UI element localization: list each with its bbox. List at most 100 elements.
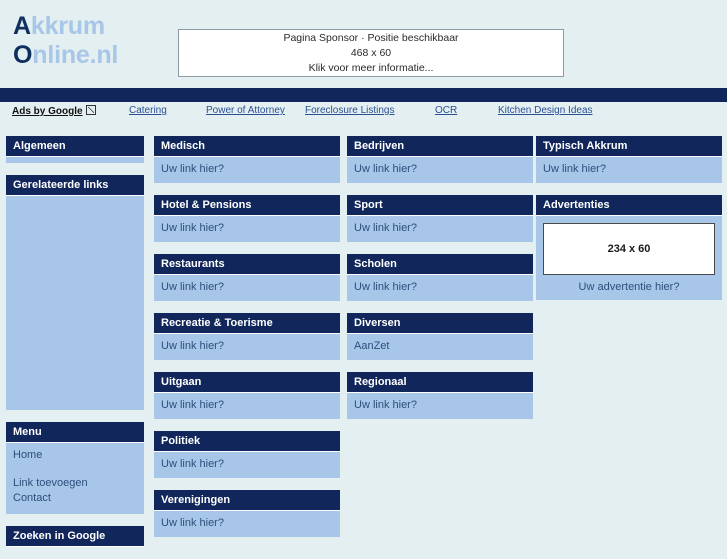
logo-initial-a: A [13,12,31,40]
category-block-politiek: Politiek Uw link hier? [154,431,340,478]
link-entry-sport-0[interactable]: Uw link hier? [354,221,526,236]
ads-link-1[interactable]: Power of Attorney [206,105,285,116]
link-entry-medisch-0[interactable]: Uw link hier? [161,162,333,177]
category-column-middle: Medisch Uw link hier? Hotel & Pensions Uw l… [154,136,340,549]
ads-by-google-label: Ads by Google [12,106,83,117]
block-body-regionaal: Uw link hier? [347,393,533,419]
block-body-recreatie-toerisme: Uw link hier? [154,334,340,360]
sponsor-banner[interactable]: Pagina Sponsor · Positie beschikbaar 468… [178,29,564,77]
category-block-recreatie-toerisme: Recreatie & Toerisme Uw link hier? [154,313,340,360]
advertenties-block: Advertenties 234 x 60 Uw advertentie hier? [536,195,722,300]
block-title-bedrijven: Bedrijven [347,136,533,157]
block-body-bedrijven: Uw link hier? [347,157,533,183]
sidebar-block-menu: Menu Home Link toevoegen Contact [6,422,144,514]
block-title-diversen: Diversen [347,313,533,334]
block-body-gerelateerde-links [6,196,144,410]
ads-link-2[interactable]: Foreclosure Listings [305,105,394,116]
block-body-uitgaan: Uw link hier? [154,393,340,419]
block-body-diversen: AanZet [347,334,533,360]
menu-item-home[interactable]: Home [13,448,137,463]
menu-item-contact[interactable]: Contact [13,491,137,506]
logo-text-online: nline.nl [32,41,119,69]
block-title-verenigingen: Verenigingen [154,490,340,511]
link-entry-recreatie-toerisme-0[interactable]: Uw link hier? [161,339,333,354]
category-block-regionaal: Regionaal Uw link hier? [347,372,533,419]
block-title-gerelateerde-links: Gerelateerde links [6,175,144,196]
category-block-hotel-pensions: Hotel & Pensions Uw link hier? [154,195,340,242]
category-block-bedrijven: Bedrijven Uw link hier? [347,136,533,183]
link-entry-restaurants-0[interactable]: Uw link hier? [161,280,333,295]
sidebar-block-gerelateerde-links: Gerelateerde links [6,175,144,410]
block-title-sport: Sport [347,195,533,216]
link-entry-regionaal-0[interactable]: Uw link hier? [354,398,526,413]
block-title-restaurants: Restaurants [154,254,340,275]
block-title-hotel-pensions: Hotel & Pensions [154,195,340,216]
ads-link-4[interactable]: Kitchen Design Ideas [498,105,593,116]
ad-banner-234x60[interactable]: 234 x 60 [543,223,715,275]
block-body-restaurants: Uw link hier? [154,275,340,301]
block-body-medisch: Uw link hier? [154,157,340,183]
page-header: Akkrum Online.nl Pagina Sponsor · Positi… [0,0,727,88]
menu-item-link-toevoegen[interactable]: Link toevoegen [13,476,137,491]
ad-caption-link[interactable]: Uw advertentie hier? [543,275,715,294]
site-logo[interactable]: Akkrum Online.nl [13,12,118,70]
sponsor-line-2: 468 x 60 [350,47,392,59]
ads-link-0[interactable]: Catering [129,105,167,116]
block-title-scholen: Scholen [347,254,533,275]
category-column-right: Typisch Akkrum Uw link hier? Advertenties 2… [536,136,722,312]
block-body-verenigingen: Uw link hier? [154,511,340,537]
block-title-politiek: Politiek [154,431,340,452]
ads-links-row: Ads by Google Catering Power of Attorney F… [0,105,727,123]
category-column-third: Bedrijven Uw link hier? Sport Uw link hier?… [347,136,533,431]
link-entry-hotel-pensions-0[interactable]: Uw link hier? [161,221,333,236]
sidebar-block-zoeken-in-google: Zoeken in Google [6,526,144,547]
ads-navy-bar [0,88,727,102]
logo-initial-o: O [13,41,33,69]
block-title-typisch-akkrum: Typisch Akkrum [536,136,722,157]
block-body-menu: Home Link toevoegen Contact [6,443,144,514]
logo-text-akkrum: kkrum [30,12,105,40]
link-entry-uitgaan-0[interactable]: Uw link hier? [161,398,333,413]
block-body-sport: Uw link hier? [347,216,533,242]
sidebar-left: Algemeen Gerelateerde links Menu Home Link t… [6,136,144,559]
sponsor-line-1: Pagina Sponsor · Positie beschikbaar [283,32,459,44]
category-block-scholen: Scholen Uw link hier? [347,254,533,301]
category-block-typisch-akkrum: Typisch Akkrum Uw link hier? [536,136,722,183]
category-block-uitgaan: Uitgaan Uw link hier? [154,372,340,419]
category-block-medisch: Medisch Uw link hier? [154,136,340,183]
ads-link-3[interactable]: OCR [435,105,457,116]
advertenties-body: 234 x 60 Uw advertentie hier? [536,216,722,300]
block-title-zoeken-in-google: Zoeken in Google [6,526,144,547]
block-title-recreatie-toerisme: Recreatie & Toerisme [154,313,340,334]
link-entry-typisch-akkrum-0[interactable]: Uw link hier? [543,162,715,177]
category-block-sport: Sport Uw link hier? [347,195,533,242]
category-block-diversen: Diversen AanZet [347,313,533,360]
block-title-uitgaan: Uitgaan [154,372,340,393]
block-body-algemeen [6,157,144,163]
logo-line-1: Akkrum [13,12,118,41]
block-title-medisch: Medisch [154,136,340,157]
sidebar-block-algemeen: Algemeen [6,136,144,163]
block-body-hotel-pensions: Uw link hier? [154,216,340,242]
link-entry-politiek-0[interactable]: Uw link hier? [161,457,333,472]
block-title-algemeen: Algemeen [6,136,144,157]
category-block-restaurants: Restaurants Uw link hier? [154,254,340,301]
google-ads-strip: Ads by Google Catering Power of Attorney F… [0,88,727,124]
block-body-politiek: Uw link hier? [154,452,340,478]
sponsor-line-3: Klik voor meer informatie... [308,62,434,74]
menu-spacer [13,463,137,476]
block-title-menu: Menu [6,422,144,443]
link-entry-scholen-0[interactable]: Uw link hier? [354,280,526,295]
link-entry-diversen-0[interactable]: AanZet [354,339,526,354]
ads-by-google-link[interactable]: Ads by Google [12,105,96,117]
link-entry-bedrijven-0[interactable]: Uw link hier? [354,162,526,177]
block-body-typisch-akkrum: Uw link hier? [536,157,722,183]
logo-line-2: Online.nl [13,41,118,70]
category-block-verenigingen: Verenigingen Uw link hier? [154,490,340,537]
content-columns: Algemeen Gerelateerde links Menu Home Link t… [0,136,727,547]
block-title-advertenties: Advertenties [536,195,722,216]
block-body-scholen: Uw link hier? [347,275,533,301]
block-title-regionaal: Regionaal [347,372,533,393]
external-link-icon [85,105,96,115]
link-entry-verenigingen-0[interactable]: Uw link hier? [161,516,333,531]
